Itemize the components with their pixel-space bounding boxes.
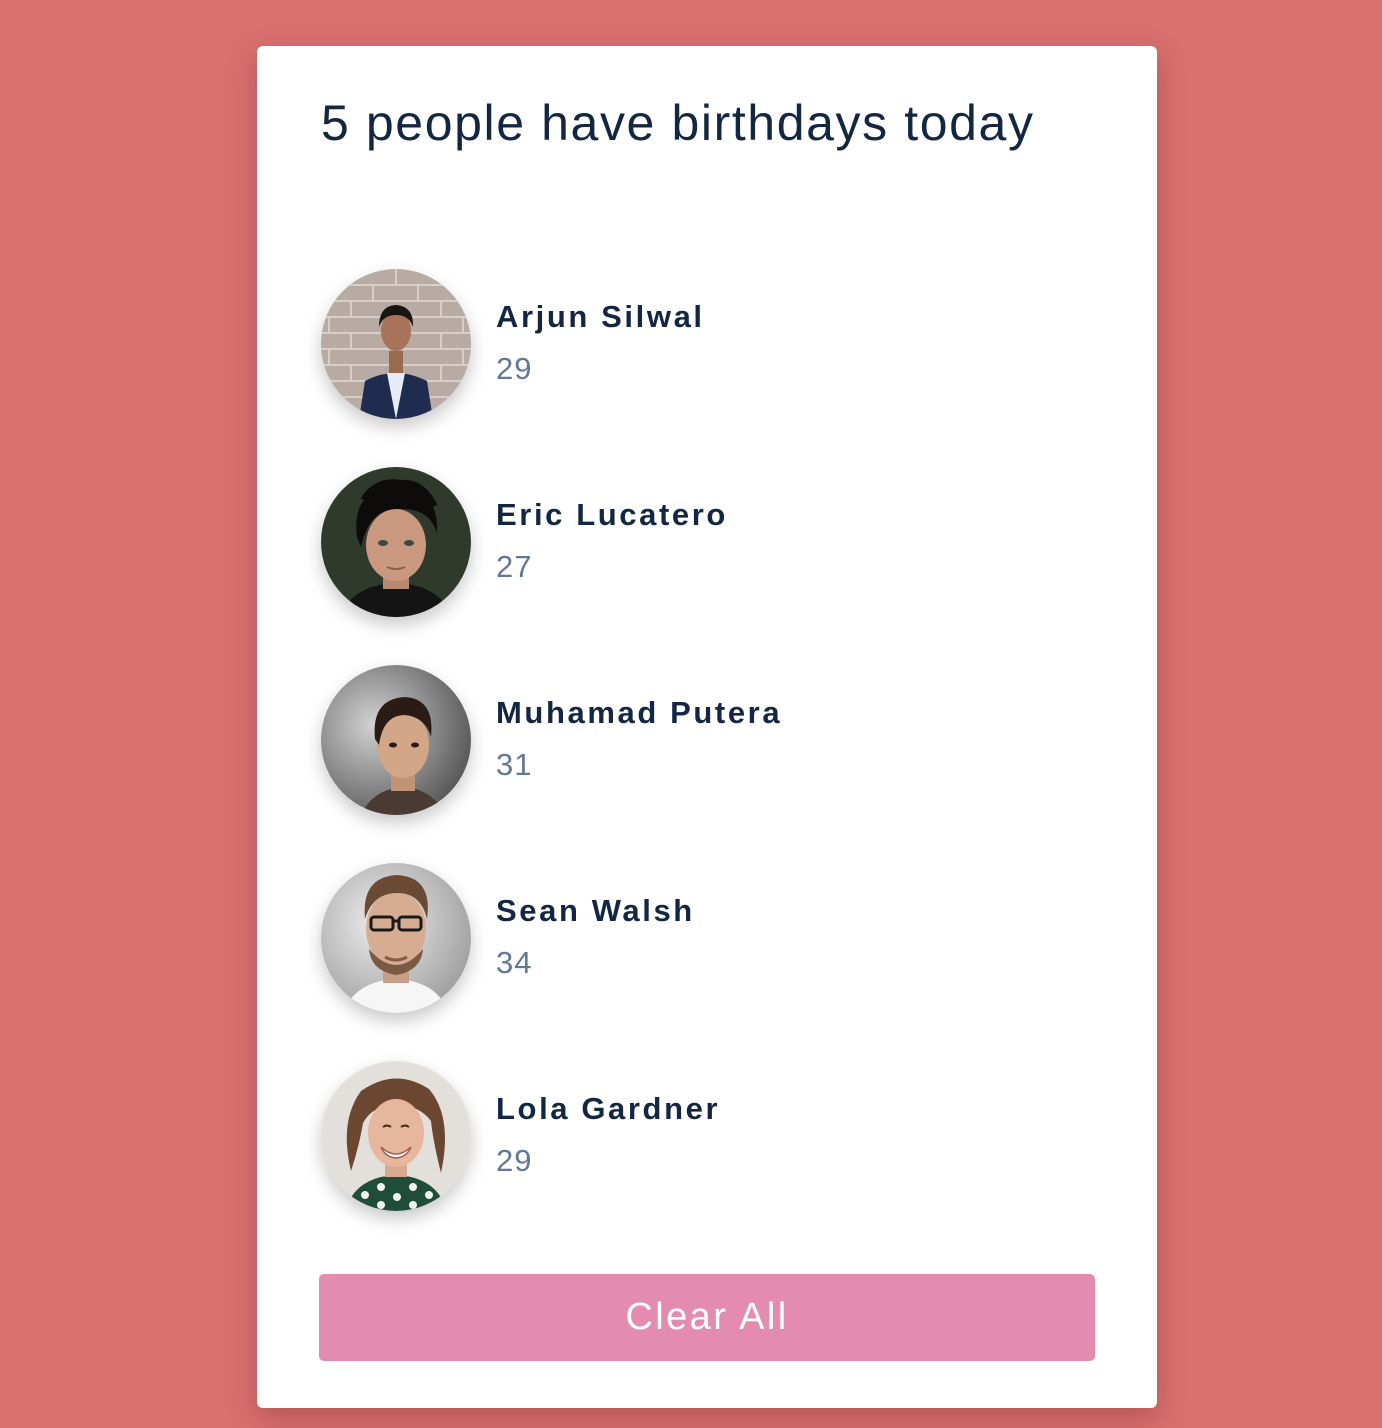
list-item: Arjun Silwal 29 <box>321 269 1021 419</box>
list-item: Eric Lucatero 27 <box>321 467 1021 617</box>
person-age: 31 <box>496 747 533 782</box>
avatar <box>321 269 471 419</box>
birthday-card: 5 people have birthdays today Arjun Silw… <box>257 46 1157 1408</box>
person-name: Sean Walsh <box>496 893 695 928</box>
list-item: Sean Walsh 34 <box>321 863 1021 1013</box>
person-name: Muhamad Putera <box>496 695 783 730</box>
avatar <box>321 863 471 1013</box>
person-age: 27 <box>496 549 533 584</box>
clear-all-button[interactable]: Clear All <box>319 1274 1095 1361</box>
avatar <box>321 665 471 815</box>
person-name: Arjun Silwal <box>496 299 705 334</box>
list-item: Muhamad Putera 31 <box>321 665 1021 815</box>
person-age: 34 <box>496 945 533 980</box>
page-title: 5 people have birthdays today <box>321 95 1035 151</box>
list-item: Lola Gardner 29 <box>321 1061 1021 1211</box>
person-name: Lola Gardner <box>496 1091 721 1126</box>
avatar <box>321 467 471 617</box>
person-name: Eric Lucatero <box>496 497 728 532</box>
person-age: 29 <box>496 1143 533 1178</box>
person-age: 29 <box>496 351 533 386</box>
avatar <box>321 1061 471 1211</box>
